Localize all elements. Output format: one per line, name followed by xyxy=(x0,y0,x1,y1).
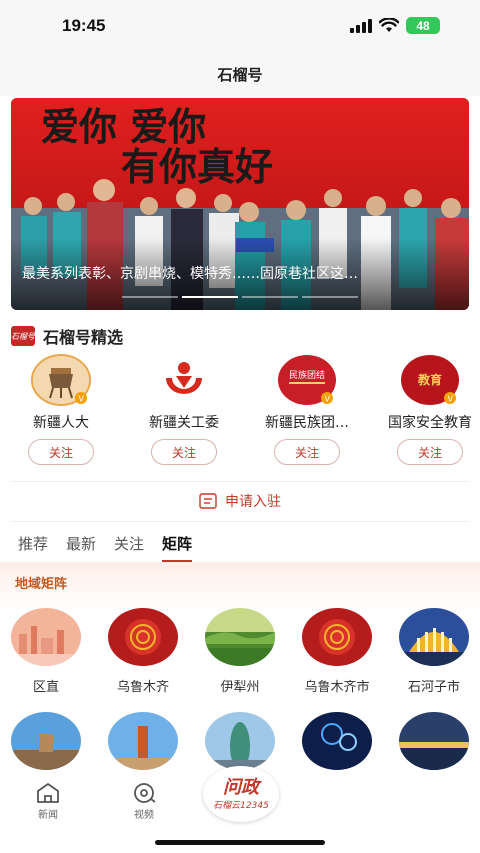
cellular-signal-icon xyxy=(350,18,372,33)
banner-pagination xyxy=(0,296,480,298)
region-item[interactable]: 石河子市 xyxy=(389,608,479,695)
nav-video-label: 视频 xyxy=(134,810,154,821)
ethnic-unity-icon: 民族团结 V xyxy=(277,354,337,406)
region-label: 石河子市 xyxy=(407,680,460,695)
home-indicator xyxy=(155,840,325,845)
region-thumb xyxy=(205,608,275,666)
banner-dot xyxy=(302,296,358,298)
tab-follow[interactable]: 关注 xyxy=(114,533,144,562)
banner-dot xyxy=(122,296,178,298)
divider xyxy=(11,521,469,522)
tab-matrix[interactable]: 矩阵 xyxy=(162,533,193,562)
region-thumb xyxy=(108,608,178,666)
region-thumb[interactable] xyxy=(11,712,81,770)
page-header: 石榴号 xyxy=(0,52,480,96)
region-thumb xyxy=(11,608,81,666)
follow-button[interactable]: 关注 xyxy=(274,439,340,465)
tripod-icon: V xyxy=(31,354,91,406)
page-title: 石榴号 xyxy=(217,65,263,84)
tab-bar: 推荐 最新 关注 矩阵 xyxy=(18,533,193,562)
account-card[interactable]: V 新疆人大 关注 xyxy=(5,354,117,465)
battery-icon: 48 xyxy=(406,17,440,34)
region-thumb[interactable] xyxy=(399,712,469,770)
region-label: 乌鲁木齐 xyxy=(116,680,169,695)
follow-button[interactable]: 关注 xyxy=(28,439,94,465)
svg-text:V: V xyxy=(79,395,85,404)
region-label: 乌鲁木齐市 xyxy=(304,680,370,695)
follow-button[interactable]: 关注 xyxy=(397,439,463,465)
account-name: 新疆人大 xyxy=(33,415,89,431)
shiliu-logo-icon: 石榴号 xyxy=(11,326,35,346)
region-label: 区直 xyxy=(32,680,59,695)
apply-icon xyxy=(199,493,217,509)
region-title: 地域矩阵 xyxy=(15,577,68,592)
region-label: 伊犁州 xyxy=(220,680,260,695)
banner-slogan-line1: 爱你 爱你 xyxy=(41,104,206,149)
svg-text:V: V xyxy=(448,395,454,404)
video-icon xyxy=(134,783,156,803)
tab-recommend[interactable]: 推荐 xyxy=(18,533,48,562)
featured-header: 石榴号 石榴号精选 xyxy=(11,324,123,348)
featured-accounts: V 新疆人大 关注 新疆关工委 关注 民族团结 V 新疆民族团… 关注 教育 V… xyxy=(0,354,480,469)
region-thumb[interactable] xyxy=(302,712,372,770)
account-name: 国家安全教育 xyxy=(388,415,472,431)
guangongwei-icon xyxy=(154,354,214,406)
nav-news-label: 新闻 xyxy=(38,810,58,821)
wifi-icon xyxy=(379,18,399,32)
battery-level: 48 xyxy=(416,18,430,33)
status-bar: 19:45 48 xyxy=(0,0,480,52)
nav-video[interactable]: 视频 xyxy=(114,782,174,821)
security-edu-icon: 教育 V xyxy=(400,354,460,406)
banner-caption[interactable]: 最美系列表彰、京剧串烧、模特秀……固原巷社区这… xyxy=(22,263,458,283)
region-item[interactable]: 乌鲁木齐市 xyxy=(292,608,382,695)
follow-button[interactable]: 关注 xyxy=(151,439,217,465)
divider xyxy=(11,481,469,482)
banner-dot xyxy=(242,296,298,298)
account-name: 新疆民族团… xyxy=(265,415,349,431)
banner-slogan-line2: 有你真好 xyxy=(121,144,273,189)
region-thumb[interactable] xyxy=(108,712,178,770)
avatar-text: 民族团结 xyxy=(289,369,325,381)
account-card[interactable]: 民族团结 V 新疆民族团… 关注 xyxy=(251,354,363,465)
status-icons: 48 xyxy=(350,17,440,34)
account-card[interactable]: 新疆关工委 关注 xyxy=(128,354,240,465)
banner-dot-active xyxy=(182,296,238,298)
svg-text:V: V xyxy=(325,395,331,404)
nav-news[interactable]: 新闻 xyxy=(18,782,78,821)
region-header-bg xyxy=(0,562,480,612)
news-icon xyxy=(37,783,59,803)
region-item[interactable]: 区直 xyxy=(1,608,91,695)
wenzheng-sub-label: 石榴云12345 xyxy=(213,800,269,811)
account-card[interactable]: 教育 V 国家安全教育 关注 xyxy=(374,354,480,465)
apply-label: 申请入驻 xyxy=(225,494,281,510)
wenzheng-label: 问政 xyxy=(223,776,259,798)
region-item[interactable]: 乌鲁木齐 xyxy=(98,608,188,695)
avatar-text: 教育 xyxy=(417,372,442,387)
section-logo-text: 石榴号 xyxy=(11,331,35,341)
account-name: 新疆关工委 xyxy=(149,415,219,431)
region-thumb[interactable] xyxy=(205,712,275,770)
apply-join-button[interactable]: 申请入驻 xyxy=(0,491,480,511)
status-time: 19:45 xyxy=(62,16,106,35)
tab-latest[interactable]: 最新 xyxy=(66,533,96,562)
featured-title: 石榴号精选 xyxy=(43,328,124,347)
region-thumb xyxy=(399,608,469,666)
region-item[interactable]: 伊犁州 xyxy=(195,608,285,695)
wenzheng-button[interactable]: 问政 石榴云12345 xyxy=(203,766,279,822)
region-thumb xyxy=(302,608,372,666)
